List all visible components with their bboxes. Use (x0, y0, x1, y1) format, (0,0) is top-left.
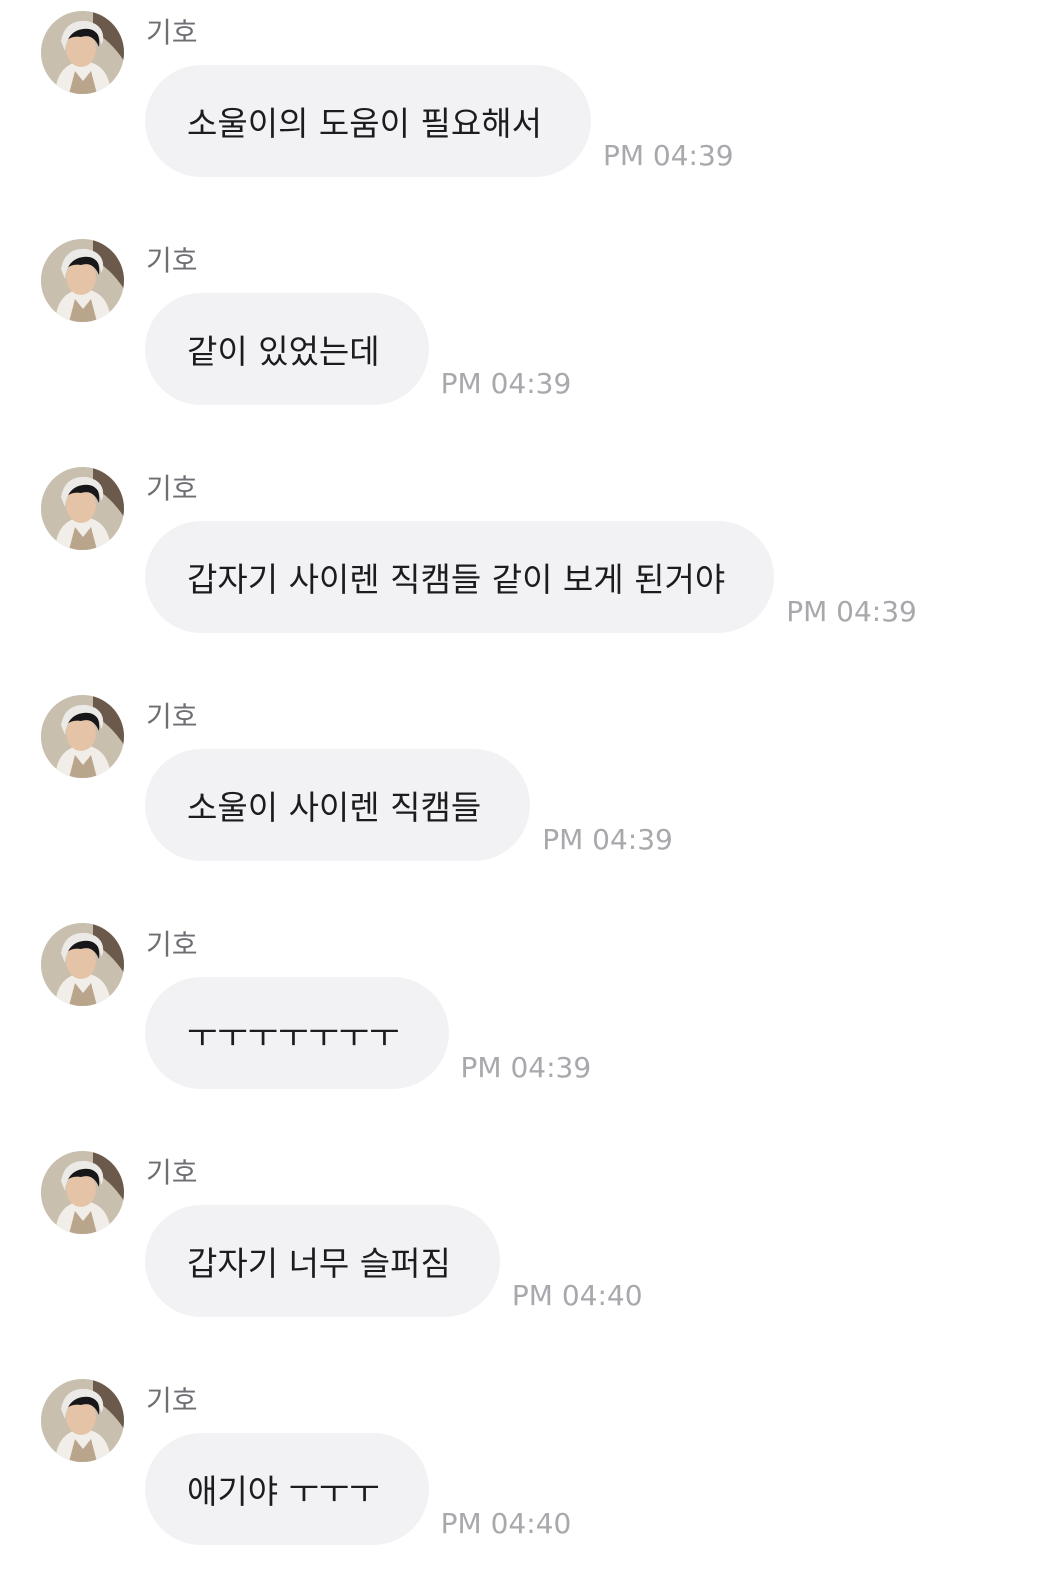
message-timestamp: PM 04:39 (440, 367, 572, 400)
sender-avatar[interactable] (41, 923, 124, 1006)
profile-photo-icon (41, 1379, 124, 1462)
message-timestamp: PM 04:39 (602, 139, 734, 172)
message-bubble[interactable]: 소울이의 도움이 필요해서 (145, 65, 591, 177)
profile-photo-icon (41, 923, 124, 1006)
profile-photo-icon (41, 11, 124, 94)
message-item: 기호 같이 있었는데 PM 04:39 (0, 228, 1046, 428)
message-item: 기호 갑자기 너무 슬퍼짐 PM 04:40 (0, 1140, 1046, 1340)
message-timestamp: PM 04:40 (511, 1279, 643, 1312)
sender-avatar[interactable] (41, 239, 124, 322)
sender-avatar[interactable] (41, 1151, 124, 1234)
sender-avatar[interactable] (41, 11, 124, 94)
message-bubble[interactable]: ㅜㅜㅜㅜㅜㅜㅜ (145, 977, 449, 1089)
message-item: 기호 갑자기 사이렌 직캠들 같이 보게 된거야 PM 04:39 (0, 456, 1046, 656)
sender-name: 기호 (146, 244, 198, 277)
message-timestamp: PM 04:40 (440, 1507, 572, 1540)
message-bubble[interactable]: 갑자기 너무 슬퍼짐 (145, 1205, 500, 1317)
message-item: 기호 소울이 사이렌 직캠들 PM 04:39 (0, 684, 1046, 884)
sender-name: 기호 (146, 700, 198, 733)
message-bubble[interactable]: 소울이 사이렌 직캠들 (145, 749, 531, 861)
message-row: 소울이 사이렌 직캠들 PM 04:39 (145, 749, 673, 861)
message-timestamp: PM 04:39 (542, 823, 673, 856)
sender-name: 기호 (146, 16, 198, 49)
message-bubble[interactable]: 애기야 ㅜㅜㅜ (145, 1433, 429, 1545)
sender-name: 기호 (146, 1156, 198, 1189)
message-row: 같이 있었는데 PM 04:39 (145, 293, 571, 405)
message-bubble[interactable]: 같이 있었는데 (145, 293, 429, 405)
message-item: 기호 소울이의 도움이 필요해서 PM 04:39 (0, 0, 1046, 200)
sender-name: 기호 (146, 1384, 198, 1417)
message-item: 기호 ㅜㅜㅜㅜㅜㅜㅜ PM 04:39 (0, 912, 1046, 1112)
profile-photo-icon (41, 1151, 124, 1234)
sender-avatar[interactable] (41, 695, 124, 778)
profile-photo-icon (41, 467, 124, 550)
sender-avatar[interactable] (41, 467, 124, 550)
message-row: ㅜㅜㅜㅜㅜㅜㅜ PM 04:39 (145, 977, 591, 1089)
message-item: 기호 애기야 ㅜㅜㅜ PM 04:40 (0, 1368, 1046, 1568)
sender-avatar[interactable] (41, 1379, 124, 1462)
message-row: 소울이의 도움이 필요해서 PM 04:39 (145, 65, 734, 177)
message-timestamp: PM 04:39 (786, 595, 917, 628)
message-bubble[interactable]: 갑자기 사이렌 직캠들 같이 보게 된거야 (145, 521, 775, 633)
sender-name: 기호 (146, 928, 198, 961)
chat-message-list: 기호 소울이의 도움이 필요해서 PM 04:39 기호 같이 있었는데 PM … (0, 0, 1046, 1593)
sender-name: 기호 (146, 472, 198, 505)
profile-photo-icon (41, 695, 124, 778)
message-timestamp: PM 04:39 (460, 1051, 592, 1084)
message-row: 애기야 ㅜㅜㅜ PM 04:40 (145, 1433, 571, 1545)
message-row: 갑자기 너무 슬퍼짐 PM 04:40 (145, 1205, 643, 1317)
profile-photo-icon (41, 239, 124, 322)
message-row: 갑자기 사이렌 직캠들 같이 보게 된거야 PM 04:39 (145, 521, 917, 633)
